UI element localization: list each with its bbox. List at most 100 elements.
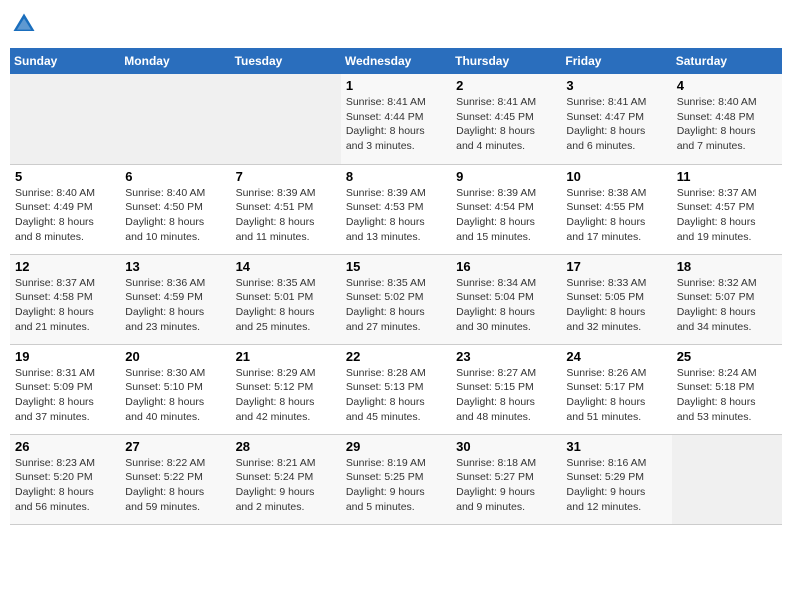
week-row: 12 Sunrise: 8:37 AMSunset: 4:58 PMDayligh…: [10, 254, 782, 344]
day-number: 3: [566, 78, 666, 93]
calendar-cell: 9 Sunrise: 8:39 AMSunset: 4:54 PMDaylight…: [451, 164, 561, 254]
day-info: Sunrise: 8:41 AMSunset: 4:44 PMDaylight:…: [346, 95, 446, 154]
calendar-cell: 12 Sunrise: 8:37 AMSunset: 4:58 PMDayligh…: [10, 254, 120, 344]
calendar-cell: 28 Sunrise: 8:21 AMSunset: 5:24 PMDayligh…: [231, 434, 341, 524]
calendar-cell: 6 Sunrise: 8:40 AMSunset: 4:50 PMDaylight…: [120, 164, 230, 254]
week-row: 19Sunrise: 8:31 AMSunset: 5:09 PMDayligh…: [10, 344, 782, 434]
day-info: Sunrise: 8:41 AMSunset: 4:45 PMDaylight:…: [456, 95, 556, 154]
day-info: Sunrise: 8:40 AMSunset: 4:48 PMDaylight:…: [677, 95, 777, 154]
day-number: 23: [456, 349, 556, 364]
day-info: Sunrise: 8:16 AMSunset: 5:29 PMDaylight:…: [566, 456, 666, 515]
calendar-cell: 19Sunrise: 8:31 AMSunset: 5:09 PMDayligh…: [10, 344, 120, 434]
day-number: 21: [236, 349, 336, 364]
day-number: 11: [677, 169, 777, 184]
day-info: Sunrise: 8:40 AMSunset: 4:49 PMDaylight:…: [15, 186, 115, 245]
logo: [10, 10, 42, 38]
day-number: 9: [456, 169, 556, 184]
day-number: 1: [346, 78, 446, 93]
day-info: Sunrise: 8:37 AMSunset: 4:57 PMDaylight:…: [677, 186, 777, 245]
calendar-cell: 22 Sunrise: 8:28 AMSunset: 5:13 PMDayligh…: [341, 344, 451, 434]
day-number: 18: [677, 259, 777, 274]
calendar-cell: 3 Sunrise: 8:41 AMSunset: 4:47 PMDaylight…: [561, 74, 671, 164]
calendar-cell: 16 Sunrise: 8:34 AMSunset: 5:04 PMDayligh…: [451, 254, 561, 344]
calendar-cell: 18 Sunrise: 8:32 AMSunset: 5:07 PMDayligh…: [672, 254, 782, 344]
day-number: 25: [677, 349, 777, 364]
calendar-cell: 11 Sunrise: 8:37 AMSunset: 4:57 PMDayligh…: [672, 164, 782, 254]
day-info: Sunrise: 8:23 AMSunset: 5:20 PMDaylight:…: [15, 456, 115, 515]
day-number: 30: [456, 439, 556, 454]
day-info: Sunrise: 8:40 AMSunset: 4:50 PMDaylight:…: [125, 186, 225, 245]
weekday-header: Thursday: [451, 48, 561, 74]
calendar-table: SundayMondayTuesdayWednesdayThursdayFrid…: [10, 48, 782, 525]
day-number: 7: [236, 169, 336, 184]
day-number: 29: [346, 439, 446, 454]
calendar-cell: 26 Sunrise: 8:23 AMSunset: 5:20 PMDayligh…: [10, 434, 120, 524]
week-row: 5 Sunrise: 8:40 AMSunset: 4:49 PMDaylight…: [10, 164, 782, 254]
logo-icon: [10, 10, 38, 38]
day-info: Sunrise: 8:38 AMSunset: 4:55 PMDaylight:…: [566, 186, 666, 245]
weekday-header: Monday: [120, 48, 230, 74]
day-number: 8: [346, 169, 446, 184]
day-info: Sunrise: 8:37 AMSunset: 4:58 PMDaylight:…: [15, 276, 115, 335]
day-number: 6: [125, 169, 225, 184]
day-info: Sunrise: 8:26 AMSunset: 5:17 PMDaylight:…: [566, 366, 666, 425]
weekday-header: Sunday: [10, 48, 120, 74]
calendar-cell: 25 Sunrise: 8:24 AMSunset: 5:18 PMDayligh…: [672, 344, 782, 434]
calendar-cell: 2 Sunrise: 8:41 AMSunset: 4:45 PMDaylight…: [451, 74, 561, 164]
day-number: 22: [346, 349, 446, 364]
day-info: Sunrise: 8:21 AMSunset: 5:24 PMDaylight:…: [236, 456, 336, 515]
day-info: Sunrise: 8:31 AMSunset: 5:09 PMDaylight:…: [15, 366, 115, 425]
day-info: Sunrise: 8:33 AMSunset: 5:05 PMDaylight:…: [566, 276, 666, 335]
calendar-cell: [672, 434, 782, 524]
calendar-cell: 31 Sunrise: 8:16 AMSunset: 5:29 PMDayligh…: [561, 434, 671, 524]
day-info: Sunrise: 8:19 AMSunset: 5:25 PMDaylight:…: [346, 456, 446, 515]
weekday-header: Saturday: [672, 48, 782, 74]
calendar-cell: 7 Sunrise: 8:39 AMSunset: 4:51 PMDaylight…: [231, 164, 341, 254]
day-info: Sunrise: 8:35 AMSunset: 5:02 PMDaylight:…: [346, 276, 446, 335]
day-number: 24: [566, 349, 666, 364]
day-number: 16: [456, 259, 556, 274]
calendar-cell: 29 Sunrise: 8:19 AMSunset: 5:25 PMDayligh…: [341, 434, 451, 524]
calendar-cell: 4Sunrise: 8:40 AMSunset: 4:48 PMDaylight…: [672, 74, 782, 164]
day-info: Sunrise: 8:41 AMSunset: 4:47 PMDaylight:…: [566, 95, 666, 154]
day-info: Sunrise: 8:22 AMSunset: 5:22 PMDaylight:…: [125, 456, 225, 515]
calendar-cell: 23 Sunrise: 8:27 AMSunset: 5:15 PMDayligh…: [451, 344, 561, 434]
day-number: 17: [566, 259, 666, 274]
day-number: 5: [15, 169, 115, 184]
day-info: Sunrise: 8:39 AMSunset: 4:54 PMDaylight:…: [456, 186, 556, 245]
calendar-cell: 27Sunrise: 8:22 AMSunset: 5:22 PMDayligh…: [120, 434, 230, 524]
calendar-cell: 13Sunrise: 8:36 AMSunset: 4:59 PMDayligh…: [120, 254, 230, 344]
day-info: Sunrise: 8:28 AMSunset: 5:13 PMDaylight:…: [346, 366, 446, 425]
day-number: 31: [566, 439, 666, 454]
weekday-header: Wednesday: [341, 48, 451, 74]
calendar-cell: 17 Sunrise: 8:33 AMSunset: 5:05 PMDayligh…: [561, 254, 671, 344]
day-number: 28: [236, 439, 336, 454]
calendar-cell: 1 Sunrise: 8:41 AMSunset: 4:44 PMDaylight…: [341, 74, 451, 164]
calendar-cell: 24 Sunrise: 8:26 AMSunset: 5:17 PMDayligh…: [561, 344, 671, 434]
calendar-cell: 21 Sunrise: 8:29 AMSunset: 5:12 PMDayligh…: [231, 344, 341, 434]
day-info: Sunrise: 8:24 AMSunset: 5:18 PMDaylight:…: [677, 366, 777, 425]
day-number: 12: [15, 259, 115, 274]
day-info: Sunrise: 8:29 AMSunset: 5:12 PMDaylight:…: [236, 366, 336, 425]
calendar-cell: 15Sunrise: 8:35 AMSunset: 5:02 PMDayligh…: [341, 254, 451, 344]
calendar-cell: 10 Sunrise: 8:38 AMSunset: 4:55 PMDayligh…: [561, 164, 671, 254]
day-info: Sunrise: 8:18 AMSunset: 5:27 PMDaylight:…: [456, 456, 556, 515]
calendar-cell: 8 Sunrise: 8:39 AMSunset: 4:53 PMDaylight…: [341, 164, 451, 254]
calendar-cell: 30 Sunrise: 8:18 AMSunset: 5:27 PMDayligh…: [451, 434, 561, 524]
day-info: Sunrise: 8:30 AMSunset: 5:10 PMDaylight:…: [125, 366, 225, 425]
day-number: 26: [15, 439, 115, 454]
day-number: 10: [566, 169, 666, 184]
day-number: 20: [125, 349, 225, 364]
weekday-header-row: SundayMondayTuesdayWednesdayThursdayFrid…: [10, 48, 782, 74]
day-info: Sunrise: 8:34 AMSunset: 5:04 PMDaylight:…: [456, 276, 556, 335]
calendar-cell: [10, 74, 120, 164]
day-info: Sunrise: 8:39 AMSunset: 4:53 PMDaylight:…: [346, 186, 446, 245]
day-number: 13: [125, 259, 225, 274]
day-info: Sunrise: 8:39 AMSunset: 4:51 PMDaylight:…: [236, 186, 336, 245]
day-number: 2: [456, 78, 556, 93]
calendar-cell: 14Sunrise: 8:35 AMSunset: 5:01 PMDayligh…: [231, 254, 341, 344]
day-info: Sunrise: 8:27 AMSunset: 5:15 PMDaylight:…: [456, 366, 556, 425]
day-info: Sunrise: 8:32 AMSunset: 5:07 PMDaylight:…: [677, 276, 777, 335]
calendar-cell: 5 Sunrise: 8:40 AMSunset: 4:49 PMDaylight…: [10, 164, 120, 254]
day-info: Sunrise: 8:35 AMSunset: 5:01 PMDaylight:…: [236, 276, 336, 335]
